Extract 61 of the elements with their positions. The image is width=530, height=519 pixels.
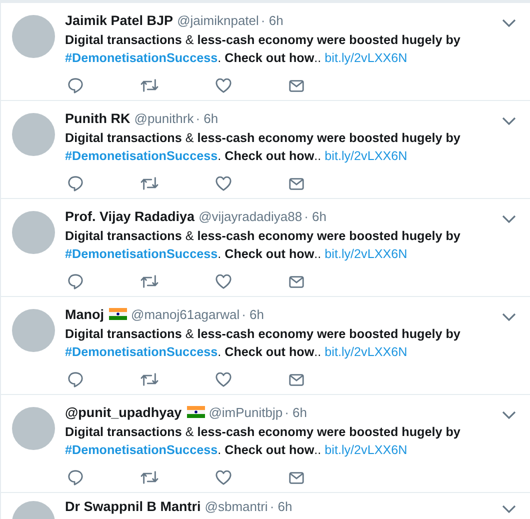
retweet-icon[interactable] [140,175,159,192]
reply-icon[interactable] [67,469,84,486]
tweet-time[interactable]: · 6h [270,498,292,514]
url-link[interactable]: bit.ly/2vLXX6N [324,443,408,457]
user-handle: @vijayradadiya88 [198,208,302,224]
chevron-down-icon[interactable] [502,215,516,223]
user-name[interactable]: Manoj [65,306,104,322]
url-link[interactable]: bit.ly/2vLXX6N [324,51,408,65]
tweet-time[interactable]: · 6h [260,12,284,28]
user-handle: @jaimiknpatel [177,12,259,28]
retweet-icon[interactable] [140,77,159,94]
envelope-icon[interactable] [288,273,305,290]
chevron-down-icon[interactable] [502,505,516,513]
user-name[interactable]: Dr Swappnil B Mantri [65,498,201,514]
heart-icon[interactable] [215,175,232,192]
hashtag-link[interactable]: #DemonetisationSuccess [65,247,218,261]
url-link[interactable]: bit.ly/2vLXX6N [324,149,408,163]
url-link[interactable]: bit.ly/2vLXX6N [324,345,408,359]
user-handle: @sbmantri [204,498,268,514]
url-link[interactable]: bit.ly/2vLXX6N [324,247,408,261]
tweet-text: Digital transactions & less-cash economy were boosted hugely by #DemonetisationSuccess. Check out how.. bit.ly/2vLXX6N [65,32,462,67]
user-handle: @imPunitbjp [208,404,283,420]
reply-icon[interactable] [67,273,84,290]
user-name[interactable]: @punit_upadhyay [65,404,182,420]
envelope-icon[interactable] [288,469,305,486]
heart-icon[interactable] [215,77,232,94]
tweet-time[interactable]: · 6h [304,208,326,224]
retweet-icon[interactable] [140,371,159,388]
user-name[interactable]: Jaimik Patel BJP [65,12,174,28]
envelope-icon[interactable] [288,371,305,388]
retweet-icon[interactable] [140,273,159,290]
tweet-text: Digital transactions & less-cash economy were boosted hugely by #DemonetisationSuccess. Check out how.. bit.ly/2vLXX6N [65,130,462,165]
heart-icon[interactable] [215,469,232,486]
chevron-down-icon[interactable] [502,411,516,419]
tweet-time[interactable]: · 6h [196,110,218,126]
flag-icon [109,308,127,320]
tweet-text: Digital transactions & less-cash economy were boosted hugely by #DemonetisationSuccess. Check out how.. bit.ly/2vLXX6N [65,326,462,361]
heart-icon[interactable] [215,371,232,388]
chevron-down-icon[interactable] [502,117,516,125]
reply-icon[interactable] [67,175,84,192]
retweet-icon[interactable] [140,469,159,486]
user-handle: @manoj61agarwal [131,306,240,322]
tweet-time[interactable]: · 6h [242,306,264,322]
user-handle: @punithrk [134,110,194,126]
hashtag-link[interactable]: #DemonetisationSuccess [65,443,218,457]
heart-icon[interactable] [215,273,232,290]
tweet-text: Digital transactions & less-cash economy were boosted hugely by #DemonetisationSuccess. Check out how.. bit.ly/2vLXX6N [65,424,462,459]
tweet-text: Digital transactions & less-cash economy were boosted hugely by #DemonetisationSuccess. Check out how.. bit.ly/2vLXX6N [65,228,462,263]
tweet-time[interactable]: · 6h [284,404,307,420]
user-name[interactable]: Prof. Vijay Radadiya [65,208,195,224]
hashtag-link[interactable]: #DemonetisationSuccess [65,51,218,65]
hashtag-link[interactable]: #DemonetisationSuccess [65,345,218,359]
hashtag-link[interactable]: #DemonetisationSuccess [65,149,218,163]
reply-icon[interactable] [67,77,84,94]
reply-icon[interactable] [67,371,84,388]
envelope-icon[interactable] [288,175,305,192]
envelope-icon[interactable] [288,77,305,94]
chevron-down-icon[interactable] [502,19,516,27]
flag-icon [186,406,205,418]
chevron-down-icon[interactable] [502,313,516,321]
user-name[interactable]: Punith RK [65,110,130,126]
